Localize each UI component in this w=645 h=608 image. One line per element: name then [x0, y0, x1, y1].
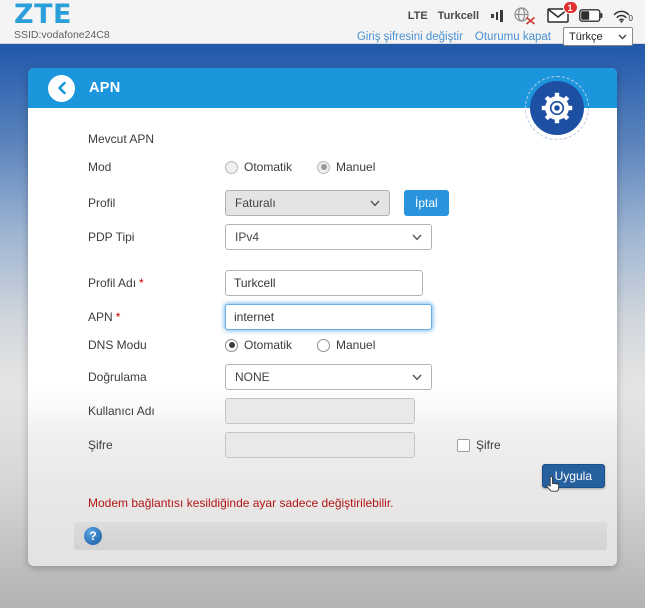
username-input — [225, 398, 415, 424]
mode-option-auto[interactable]: Otomatik — [225, 160, 317, 174]
pdp-type-row: PDP Tipi IPv4 — [88, 224, 587, 250]
mode-label: Mod — [88, 160, 112, 174]
mode-option-auto-label: Otomatik — [244, 160, 293, 174]
warning-text: Modem bağlantısı kesildiğinde ayar sadec… — [88, 496, 394, 510]
signal-strength-icon — [491, 9, 503, 22]
password-input — [225, 432, 415, 458]
pdp-type-select-value: IPv4 — [235, 230, 260, 244]
help-bar: ? — [74, 522, 607, 550]
apply-button[interactable]: Uygula — [541, 464, 605, 492]
apply-button-label: Uygula — [554, 469, 592, 483]
zte-logo: ZTE — [14, 0, 72, 30]
username-row: Kullanıcı Adı — [88, 398, 587, 424]
apn-row: APN * — [88, 304, 587, 330]
apn-label: APN * — [88, 310, 121, 324]
radio-manual-icon[interactable] — [317, 338, 330, 352]
chevron-down-icon — [370, 200, 380, 206]
pdp-type-label: PDP Tipi — [88, 230, 135, 244]
auth-label: Doğrulama — [88, 370, 147, 384]
dns-mode-label: DNS Modu — [88, 338, 147, 352]
current-apn-row: Mevcut APN — [88, 132, 587, 146]
chevron-down-icon — [412, 234, 422, 240]
wifi-icon: 0 — [613, 9, 633, 23]
mode-row: Mod Otomatik Manuel — [88, 160, 587, 174]
apn-input[interactable] — [225, 304, 432, 330]
required-asterisk: * — [115, 310, 121, 324]
help-icon[interactable]: ? — [84, 527, 102, 545]
change-login-password-link[interactable]: Giriş şifresini değiştir — [357, 31, 463, 43]
dns-mode-row: DNS Modu Otomatik Manuel — [88, 338, 587, 352]
back-button[interactable] — [48, 74, 75, 102]
required-asterisk: * — [139, 276, 144, 290]
show-password-option[interactable]: Şifre — [457, 438, 501, 452]
radio-manual-icon[interactable] — [317, 160, 330, 174]
dns-option-auto[interactable]: Otomatik — [225, 338, 317, 352]
chevron-down-icon — [412, 374, 422, 380]
profile-name-input[interactable] — [225, 270, 423, 296]
profile-select-value: Faturalı — [235, 196, 276, 210]
dns-option-manual-label: Manuel — [336, 338, 376, 352]
radio-auto-icon[interactable] — [225, 160, 238, 174]
show-password-checkbox-label: Şifre — [476, 438, 501, 452]
password-row: Şifre Şifre — [88, 432, 587, 458]
auth-select[interactable]: NONE — [225, 364, 432, 390]
carrier-label: Turkcell — [437, 9, 480, 22]
top-status-bar: ZTE SSID:vodafone24C8 LTE Turkcell 1 0 G… — [0, 0, 645, 46]
auth-select-value: NONE — [235, 370, 270, 384]
ssid-label: SSID:vodafone24C8 — [14, 29, 110, 41]
logout-link[interactable]: Oturumu kapat — [475, 31, 551, 43]
password-label: Şifre — [88, 438, 113, 452]
mode-option-manual-label: Manuel — [336, 160, 376, 174]
profile-row: Profil Faturalı İptal — [88, 190, 587, 216]
language-select[interactable]: Türkçe — [563, 27, 633, 46]
mode-option-manual[interactable]: Manuel — [317, 160, 409, 174]
gear-icon — [541, 92, 573, 124]
chevron-down-icon — [618, 34, 627, 39]
dns-option-auto-label: Otomatik — [244, 338, 293, 352]
current-apn-label: Mevcut APN — [88, 132, 155, 146]
profile-name-row: Profil Adı * — [88, 270, 587, 296]
cancel-button[interactable]: İptal — [404, 190, 449, 216]
page-title: APN — [89, 80, 121, 96]
profile-select[interactable]: Faturalı — [225, 190, 390, 216]
radio-auto-icon[interactable] — [225, 338, 238, 352]
wifi-count-label: 0 — [628, 13, 633, 23]
profile-label: Profil — [88, 196, 116, 210]
apn-settings-panel: APN Mevcut APN Mod Otomatik Manuel Profi… — [28, 68, 617, 566]
messages-icon[interactable]: 1 — [546, 1, 578, 23]
show-password-checkbox[interactable] — [457, 438, 470, 452]
language-select-value: Türkçe — [569, 30, 603, 43]
dns-option-manual[interactable]: Manuel — [317, 338, 409, 352]
profile-name-label: Profil Adı * — [88, 276, 144, 290]
username-label: Kullanıcı Adı — [88, 404, 155, 418]
message-count-badge: 1 — [562, 1, 578, 14]
internet-disconnected-icon — [513, 6, 537, 25]
battery-icon — [578, 9, 603, 22]
pdp-type-select[interactable]: IPv4 — [225, 224, 432, 250]
network-tech-label: LTE — [407, 9, 428, 22]
auth-row: Doğrulama NONE — [88, 364, 587, 390]
chevron-left-icon — [57, 81, 66, 95]
settings-emblem — [525, 76, 589, 140]
